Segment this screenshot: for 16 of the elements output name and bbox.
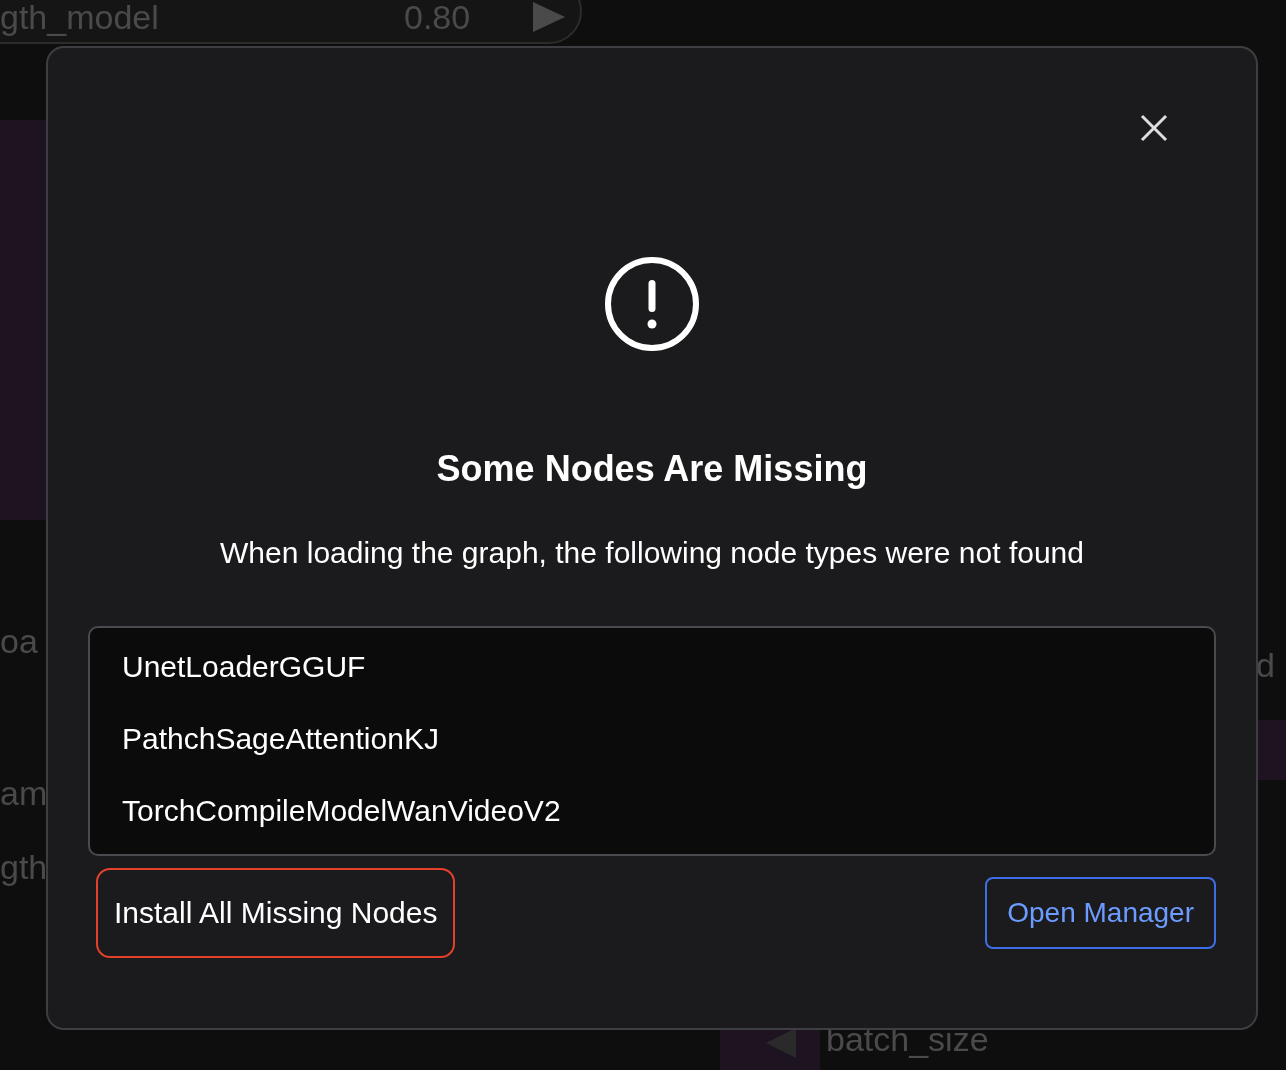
left-arrow-icon <box>766 1028 796 1058</box>
node-type-name: TorchCompileModelWanVideoV2 <box>122 794 561 827</box>
play-icon <box>533 2 565 32</box>
dialog-title: Some Nodes Are Missing <box>436 448 868 490</box>
install-button[interactable]: Install All Missing Nodes <box>96 868 456 958</box>
node-label: am <box>0 774 48 813</box>
input-label: batch_size <box>826 1020 989 1059</box>
node-type-name: PathchSageAttentionKJ <box>122 722 439 755</box>
node-label: oa <box>0 622 38 661</box>
warning-icon <box>604 256 700 352</box>
node-label: d <box>1256 646 1275 685</box>
node-label: gth <box>0 848 48 887</box>
close-icon[interactable] <box>1138 112 1170 144</box>
dialog-message: When loading the graph, the following node types were not found <box>220 536 1084 570</box>
node-type-name: UnetLoaderGGUF <box>122 650 366 683</box>
open-manager-button[interactable]: Open Manager <box>985 877 1216 949</box>
